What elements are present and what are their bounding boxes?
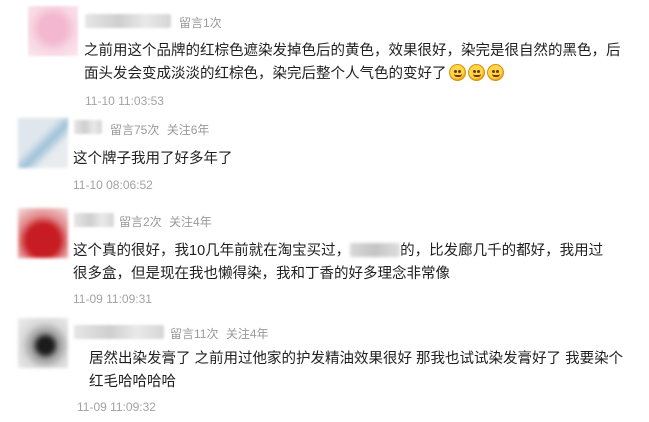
comment-text: 这个真的很好，我10几年前就在淘宝买过， 的，比发廊几千的都好，我用过 很多盒，但… <box>73 240 633 286</box>
follow-duration: 关注4年 <box>225 327 269 341</box>
comment-time: 11-10 11:03:53 <box>85 94 164 108</box>
comment-line: 面头发会变成淡淡的红棕色，染完后整个人气色的变好了 <box>84 63 639 86</box>
comment-line: 这个牌子我用了好多年了 <box>73 151 233 167</box>
username-blurred[interactable] <box>74 120 102 134</box>
comment-line: 这个真的很好，我10几年前就在淘宝买过， 的，比发廊几千的都好，我用过 <box>73 240 633 263</box>
comment-line-text: 面头发会变成淡淡的红棕色，染完后整个人气色的变好了 <box>84 66 447 82</box>
comment-line: 居然出染发膏了 之前用过他家的护发精油效果很好 那我也试试染发膏好了 我要染个 <box>89 351 624 367</box>
comment-line: 很多盒，但是现在我也懒得染，我和丁香的好多理念非常像 <box>73 266 450 282</box>
comment-text: 之前用这个品牌的红棕色遮染发掉色后的黄色，效果很好，染完是很自然的黑色，后 面头… <box>84 40 639 86</box>
message-count: 留言75次 <box>110 123 160 137</box>
comment-meta: 留言11次 关注4年 <box>170 325 273 342</box>
username-blurred[interactable] <box>74 325 164 339</box>
comment-line-text: 这个真的很好，我10几年前就在淘宝买过， <box>73 243 351 259</box>
grinning-emoji-icon <box>448 64 466 81</box>
comment-line-text: 的，比发廊几千的都好，我用过 <box>400 243 604 259</box>
brand-name-blurred <box>350 243 401 257</box>
comment-text: 居然出染发膏了 之前用过他家的护发精油效果很好 那我也试试染发膏好了 我要染个 … <box>89 348 634 394</box>
avatar[interactable] <box>18 118 68 168</box>
comment-item: 留言11次 关注4年 居然出染发膏了 之前用过他家的护发精油效果很好 那我也试试… <box>0 310 649 422</box>
message-count: 留言11次 <box>170 327 219 341</box>
avatar[interactable] <box>28 6 78 56</box>
message-count: 留言1次 <box>179 16 222 30</box>
comment-time: 11-10 08:06:52 <box>73 178 153 192</box>
comment-time: 11-09 11:09:32 <box>77 400 156 414</box>
username-blurred[interactable] <box>74 213 114 227</box>
message-count: 留言2次 <box>119 215 162 229</box>
follow-duration: 关注6年 <box>166 123 210 137</box>
comment-line: 红毛哈哈哈哈 <box>89 374 176 390</box>
avatar[interactable] <box>18 318 68 368</box>
comment-item: 留言2次 关注4年 这个真的很好，我10几年前就在淘宝买过， 的，比发廊几千的都好… <box>0 198 649 310</box>
comment-time: 11-09 11:09:31 <box>73 292 152 306</box>
avatar[interactable] <box>18 208 68 258</box>
comment-line: 之前用这个品牌的红棕色遮染发掉色后的黄色，效果很好，染完是很自然的黑色，后 <box>84 43 621 59</box>
follow-duration: 关注4年 <box>169 215 212 229</box>
comment-meta: 留言1次 <box>179 14 226 31</box>
comment-meta: 留言2次 关注4年 <box>119 213 216 230</box>
grinning-emoji-icon <box>486 64 504 81</box>
comment-item: 留言1次 之前用这个品牌的红棕色遮染发掉色后的黄色，效果很好，染完是很自然的黑色… <box>0 0 649 112</box>
comment-text: 这个牌子我用了好多年了 <box>73 148 633 171</box>
comment-meta: 留言75次 关注6年 <box>110 121 213 138</box>
comment-item: 留言75次 关注6年 这个牌子我用了好多年了 11-10 08:06:52 <box>0 112 649 198</box>
username-blurred[interactable] <box>85 14 171 28</box>
grinning-emoji-icon <box>467 64 485 81</box>
